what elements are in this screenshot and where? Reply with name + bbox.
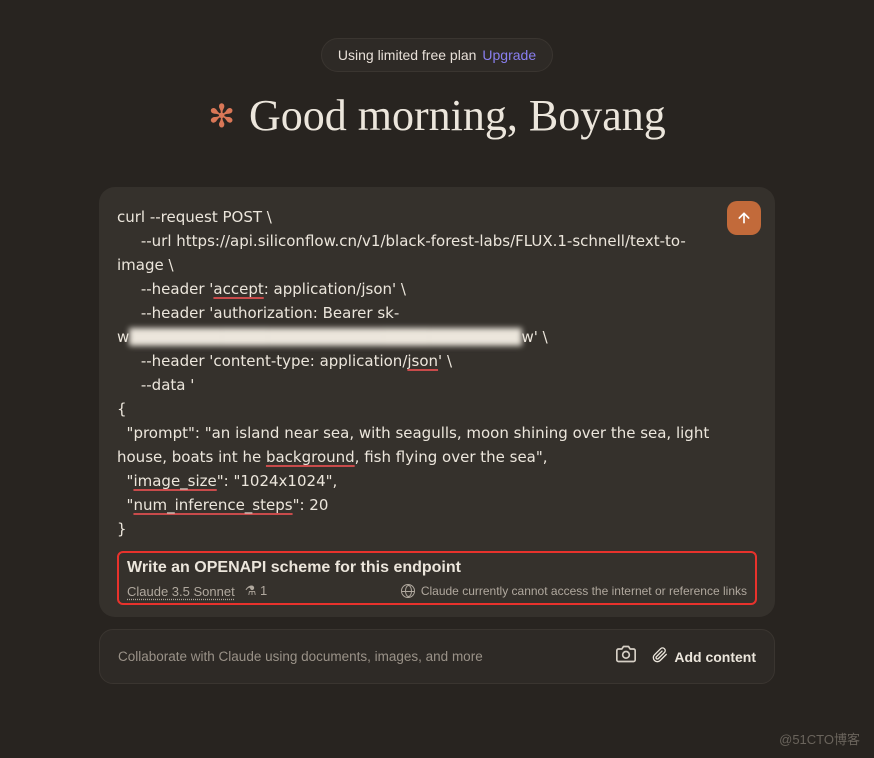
attachment-bar: Collaborate with Claude using documents,… (99, 629, 775, 684)
highlighted-region: Write an OPENAPI scheme for this endpoin… (117, 551, 757, 605)
message-input[interactable]: curl --request POST \ --url https://api.… (117, 205, 757, 541)
paperclip-icon (652, 647, 668, 666)
camera-icon (616, 644, 636, 664)
collab-hint: Collaborate with Claude using documents,… (118, 649, 483, 664)
add-content-button[interactable]: Add content (652, 647, 756, 666)
greeting: ✻ Good morning, Boyang (0, 90, 874, 141)
flask-icon[interactable]: ⚗ 1 (245, 583, 268, 599)
plan-text: Using limited free plan (338, 47, 477, 63)
internet-warning: Claude currently cannot access the inter… (401, 584, 747, 598)
user-query-text: Write an OPENAPI scheme for this endpoin… (127, 559, 747, 577)
upgrade-link[interactable]: Upgrade (482, 47, 536, 63)
send-button[interactable] (727, 201, 761, 235)
meta-row: Claude 3.5 Sonnet ⚗ 1 Claude currently c… (127, 583, 747, 599)
globe-icon (401, 584, 415, 598)
model-selector[interactable]: Claude 3.5 Sonnet (127, 584, 235, 599)
greeting-text: Good morning, Boyang (249, 90, 666, 141)
camera-button[interactable] (616, 644, 636, 669)
plan-badge: Using limited free plan Upgrade (321, 38, 553, 72)
arrow-up-icon (736, 210, 752, 226)
starburst-icon: ✻ (208, 97, 235, 135)
chat-input-container: curl --request POST \ --url https://api.… (99, 187, 775, 617)
watermark: @51CTO博客 (779, 729, 860, 748)
